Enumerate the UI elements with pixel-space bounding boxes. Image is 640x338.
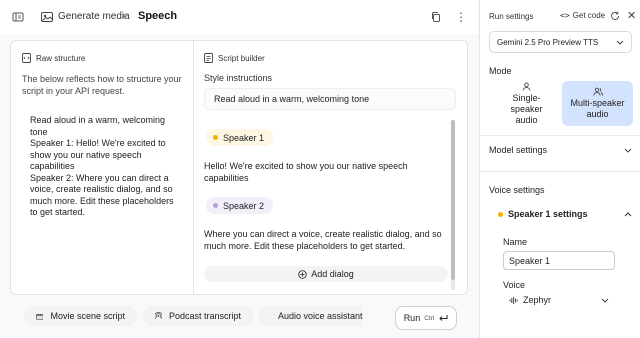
speaker-1-settings-dot [498, 211, 503, 217]
script-builder-header: Script builder [204, 53, 265, 63]
chevron-down-icon [616, 40, 624, 45]
speaker-1-settings-toggle[interactable]: Speaker 1 settings [498, 209, 632, 219]
prompt-chip-voice-assistant[interactable]: Audio voice assistant [259, 306, 363, 326]
run-shortcut: Ctrl [424, 314, 435, 322]
more-options-icon[interactable]: ⋮ [455, 9, 467, 25]
document-icon [204, 53, 213, 63]
enter-key-icon [439, 315, 448, 321]
movie-icon [36, 313, 44, 320]
reset-icon[interactable] [610, 11, 620, 21]
chevron-down-icon [601, 298, 609, 303]
mode-label: Mode [489, 66, 512, 76]
code-file-icon [22, 53, 31, 63]
run-label: Run [403, 313, 421, 323]
add-circle-icon [298, 269, 307, 279]
model-select-value: Gemini 2.5 Pro Preview TTS [497, 37, 599, 47]
raw-structure-title: Raw structure [36, 53, 86, 63]
name-label: Name [503, 237, 528, 247]
mode-single-label: Single-speaker audio [510, 92, 543, 125]
voice-label: Voice [503, 280, 526, 290]
script-builder-title: Script builder [218, 53, 265, 63]
prompt-chip-label: Podcast transcript [168, 311, 241, 321]
close-icon[interactable]: ✕ [627, 9, 636, 22]
media-icon [40, 10, 54, 24]
prompt-chip-movie-scene[interactable]: Movie scene script [24, 306, 137, 326]
voice-select[interactable]: Zephyr [503, 291, 615, 309]
style-instructions-input[interactable] [204, 88, 456, 110]
waveform-icon [509, 296, 518, 304]
copy-icon[interactable] [430, 11, 442, 23]
speaker-1-dot [213, 135, 218, 140]
model-settings-label: Model settings [489, 145, 548, 155]
podcast-icon [155, 311, 162, 319]
speaker-1-chip[interactable]: Speaker 1 [206, 129, 274, 146]
speaker-1-settings-label: Speaker 1 settings [508, 209, 588, 219]
run-settings-title: Run settings [489, 12, 534, 21]
mode-multi-speaker-button[interactable]: Multi-speaker audio [562, 81, 633, 126]
raw-structure-description: The below reflects how to structure your… [22, 74, 182, 96]
style-instructions-label: Style instructions [204, 73, 273, 83]
speaker-2-chip[interactable]: Speaker 2 [206, 197, 274, 214]
panel-divider [193, 41, 194, 295]
chevron-up-icon [624, 211, 632, 216]
add-dialog-label: Add dialog [311, 269, 354, 279]
page-title: Speech [138, 10, 178, 22]
speaker-name-input[interactable] [503, 251, 615, 270]
people-icon [592, 87, 603, 96]
mode-single-speaker-button[interactable]: Single-speaker audio [491, 81, 562, 126]
dialog-2-text[interactable]: Where you can direct a voice, create rea… [204, 228, 444, 252]
prompt-chip-podcast[interactable]: Podcast transcript [143, 306, 253, 326]
dialog-1-text[interactable]: Hello! We're excited to show you our nat… [204, 160, 444, 184]
breadcrumb-generate-media[interactable]: Generate media [58, 11, 130, 22]
sidebar-toggle-icon[interactable] [10, 9, 26, 25]
raw-structure-header: Raw structure [22, 53, 85, 63]
speaker-1-label: Speaker 1 [223, 132, 265, 143]
get-code-button[interactable]: <> Get code [560, 11, 605, 20]
model-select[interactable]: Gemini 2.5 Pro Preview TTS [489, 31, 632, 53]
model-settings-toggle[interactable]: Model settings [489, 145, 632, 155]
raw-structure-body: Read aloud in a warm, welcoming tone Spe… [30, 115, 174, 217]
person-icon [522, 82, 531, 91]
scrollbar-thumb[interactable] [451, 120, 455, 280]
speaker-2-label: Speaker 2 [223, 200, 265, 211]
section-divider [480, 135, 640, 136]
voice-select-value: Zephyr [523, 295, 552, 305]
add-dialog-button[interactable]: Add dialog [204, 266, 448, 282]
run-button[interactable]: Run Ctrl [395, 306, 457, 330]
prompt-chip-label: Movie scene script [50, 311, 125, 321]
mode-multi-label: Multi-speaker audio [570, 98, 625, 119]
get-code-label: Get code [572, 11, 606, 20]
chevron-down-icon [624, 148, 632, 153]
code-icon: <> [560, 11, 570, 20]
prompt-chip-label: Audio voice assistant [278, 311, 363, 321]
voice-settings-label: Voice settings [489, 185, 545, 195]
breadcrumb-separator: › [122, 10, 126, 22]
section-divider [480, 171, 640, 172]
speaker-2-dot [213, 203, 218, 208]
